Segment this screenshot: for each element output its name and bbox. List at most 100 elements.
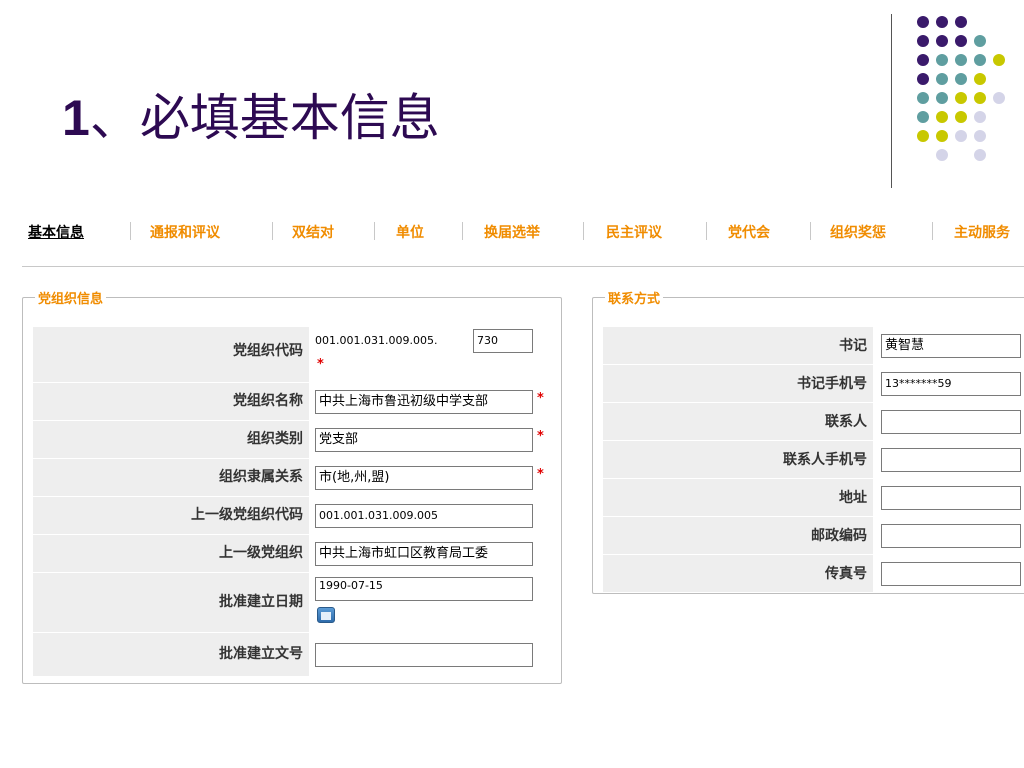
- field-label: 联系人手机号: [603, 441, 873, 479]
- field-label: 传真号: [603, 555, 873, 593]
- decorative-dot: [936, 73, 948, 85]
- decorative-dot: [955, 130, 967, 142]
- tab-underline: [22, 266, 1024, 267]
- decorative-dot: [936, 149, 948, 161]
- field-label: 上一级党组织: [33, 535, 309, 573]
- decorative-dot: [974, 111, 986, 123]
- decorative-dot: [936, 35, 948, 47]
- row-contact: 联系人: [603, 403, 1021, 441]
- decorative-dot: [936, 92, 948, 104]
- row-org-affiliation: 组织隶属关系 市(地,州,盟) *: [33, 459, 553, 497]
- title-text: 必填基本信息: [139, 89, 440, 147]
- org-affiliation-select[interactable]: 市(地,州,盟): [315, 466, 533, 490]
- required-mark: *: [537, 391, 544, 406]
- tab-separator: [272, 222, 273, 240]
- org-code-input[interactable]: 730: [473, 329, 533, 353]
- contact-input[interactable]: [881, 410, 1021, 434]
- row-org-name: 党组织名称 中共上海市鲁迅初级中学支部 *: [33, 383, 553, 421]
- decorative-dot: [917, 92, 929, 104]
- tab-election[interactable]: 换届选举: [484, 222, 540, 242]
- row-secretary: 书记 黄智慧: [603, 327, 1021, 365]
- tab-basic-info[interactable]: 基本信息: [28, 222, 84, 242]
- field-label: 党组织代码: [33, 327, 309, 383]
- tab-unit[interactable]: 单位: [396, 222, 424, 242]
- secretary-input[interactable]: 黄智慧: [881, 334, 1021, 358]
- party-org-info-panel: 党组织信息 党组织代码 001.001.031.009.005. 730 * 党…: [22, 288, 562, 684]
- field-label: 地址: [603, 479, 873, 517]
- decorative-dot: [974, 35, 986, 47]
- panel-legend: 党组织信息: [38, 292, 104, 307]
- decorative-dot: [917, 73, 929, 85]
- tab-rewards-penalties[interactable]: 组织奖惩: [830, 222, 886, 242]
- row-approval-date: 批准建立日期 1990-07-15: [33, 573, 553, 633]
- row-fax: 传真号: [603, 555, 1021, 593]
- row-postcode: 邮政编码: [603, 517, 1021, 555]
- tab-separator: [462, 222, 463, 240]
- panel-legend: 联系方式: [608, 292, 661, 307]
- decorative-dot: [936, 16, 948, 28]
- address-input[interactable]: [881, 486, 1021, 510]
- decorative-dot: [917, 130, 929, 142]
- row-secretary-phone: 书记手机号 13*******59: [603, 365, 1021, 403]
- decorative-dot: [955, 16, 967, 28]
- decorative-dot: [974, 92, 986, 104]
- field-label: 书记手机号: [603, 365, 873, 403]
- field-label: 邮政编码: [603, 517, 873, 555]
- org-name-input[interactable]: 中共上海市鲁迅初级中学支部: [315, 390, 533, 414]
- decorative-dot: [955, 92, 967, 104]
- tab-democratic-review[interactable]: 民主评议: [606, 222, 662, 242]
- required-mark: *: [317, 357, 324, 372]
- decorative-dot: [993, 92, 1005, 104]
- approval-doc-no-input[interactable]: [315, 643, 533, 667]
- tab-separator: [130, 222, 131, 240]
- field-label: 书记: [603, 327, 873, 365]
- parent-org-input[interactable]: 中共上海市虹口区教育局工委: [315, 542, 533, 566]
- decorative-dot: [955, 73, 967, 85]
- decorative-dot: [917, 111, 929, 123]
- tab-report-review[interactable]: 通报和评议: [150, 222, 220, 242]
- decorative-dot: [936, 130, 948, 142]
- postcode-input[interactable]: [881, 524, 1021, 548]
- tab-separator: [583, 222, 584, 240]
- tab-separator: [374, 222, 375, 240]
- decorative-dot: [917, 35, 929, 47]
- row-org-code: 党组织代码 001.001.031.009.005. 730 *: [33, 327, 553, 383]
- decorative-dot: [955, 35, 967, 47]
- row-org-type: 组织类别 党支部 *: [33, 421, 553, 459]
- approval-date-input[interactable]: 1990-07-15: [315, 577, 533, 601]
- contact-phone-input[interactable]: [881, 448, 1021, 472]
- calendar-icon[interactable]: [317, 607, 335, 623]
- org-type-select[interactable]: 党支部: [315, 428, 533, 452]
- tab-bar: 基本信息 通报和评议 双结对 单位 换届选举 民主评议 党代会 组织奖惩 主动服…: [0, 212, 1024, 256]
- row-contact-phone: 联系人手机号: [603, 441, 1021, 479]
- row-address: 地址: [603, 479, 1021, 517]
- title-separator: 、: [89, 89, 140, 147]
- decorative-dot: [917, 16, 929, 28]
- field-label: 批准建立文号: [33, 633, 309, 677]
- field-label: 组织类别: [33, 421, 309, 459]
- field-label: 党组织名称: [33, 383, 309, 421]
- contact-panel: 联系方式 书记 黄智慧 书记手机号 13*******59 联系人 联系人手机号…: [592, 288, 1024, 594]
- decorative-dot: [936, 54, 948, 66]
- row-parent-org: 上一级党组织 中共上海市虹口区教育局工委: [33, 535, 553, 573]
- decorative-dot: [955, 54, 967, 66]
- decorative-dot: [974, 149, 986, 161]
- tab-separator: [810, 222, 811, 240]
- field-label: 批准建立日期: [33, 573, 309, 633]
- decorative-dot: [974, 54, 986, 66]
- tab-pairing[interactable]: 双结对: [292, 222, 334, 242]
- field-label: 上一级党组织代码: [33, 497, 309, 535]
- secretary-phone-input[interactable]: 13*******59: [881, 372, 1021, 396]
- field-label: 联系人: [603, 403, 873, 441]
- decorative-divider: [891, 14, 892, 188]
- org-code-prefix: 001.001.031.009.005.: [315, 334, 438, 347]
- decorative-dot: [993, 54, 1005, 66]
- tab-active-service[interactable]: 主动服务: [954, 222, 1010, 242]
- fax-input[interactable]: [881, 562, 1021, 586]
- title-number: 1: [62, 90, 90, 146]
- decorative-dot: [917, 54, 929, 66]
- decorative-dot: [974, 73, 986, 85]
- parent-org-code-input[interactable]: 001.001.031.009.005: [315, 504, 533, 528]
- tab-party-congress[interactable]: 党代会: [728, 222, 770, 242]
- tab-separator: [706, 222, 707, 240]
